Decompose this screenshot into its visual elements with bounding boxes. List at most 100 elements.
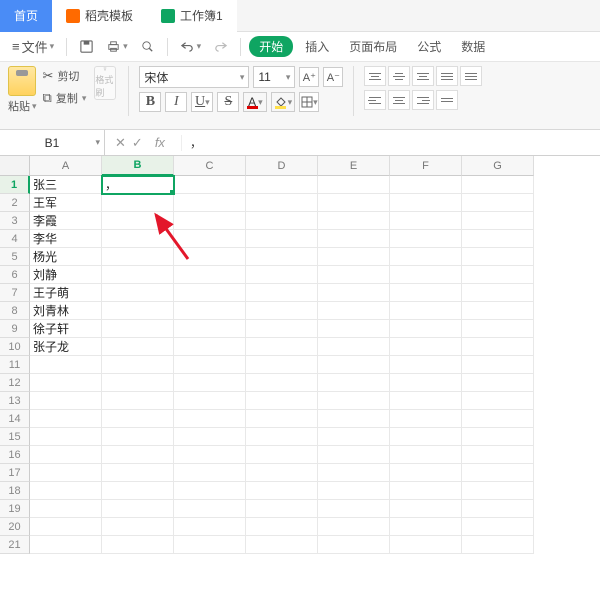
cell-G18[interactable] bbox=[462, 482, 534, 500]
border-button[interactable]: ▾ bbox=[299, 92, 319, 112]
row-header-4[interactable]: 4 bbox=[0, 230, 30, 248]
row-header-6[interactable]: 6 bbox=[0, 266, 30, 284]
cell-E3[interactable] bbox=[318, 212, 390, 230]
row-header-9[interactable]: 9 bbox=[0, 320, 30, 338]
cell-D10[interactable] bbox=[246, 338, 318, 356]
cell-D7[interactable] bbox=[246, 284, 318, 302]
cell-E13[interactable] bbox=[318, 392, 390, 410]
cell-G7[interactable] bbox=[462, 284, 534, 302]
paste-label[interactable]: 粘贴▾ bbox=[8, 98, 37, 114]
accept-formula-button[interactable]: ✓ bbox=[132, 135, 143, 151]
cell-C7[interactable] bbox=[174, 284, 246, 302]
cell-E9[interactable] bbox=[318, 320, 390, 338]
cell-F9[interactable] bbox=[390, 320, 462, 338]
cell-A15[interactable] bbox=[30, 428, 102, 446]
row-header-7[interactable]: 7 bbox=[0, 284, 30, 302]
indent-increase-button[interactable] bbox=[460, 66, 482, 86]
row-header-3[interactable]: 3 bbox=[0, 212, 30, 230]
cell-F2[interactable] bbox=[390, 194, 462, 212]
cell-C20[interactable] bbox=[174, 518, 246, 536]
cell-D2[interactable] bbox=[246, 194, 318, 212]
cell-D9[interactable] bbox=[246, 320, 318, 338]
highlight-button[interactable]: ▾ bbox=[271, 92, 295, 112]
cell-F20[interactable] bbox=[390, 518, 462, 536]
cell-D11[interactable] bbox=[246, 356, 318, 374]
cell-G12[interactable] bbox=[462, 374, 534, 392]
cell-C8[interactable] bbox=[174, 302, 246, 320]
cell-B3[interactable] bbox=[102, 212, 174, 230]
cell-F3[interactable] bbox=[390, 212, 462, 230]
align-right-button[interactable] bbox=[412, 90, 434, 110]
cell-E15[interactable] bbox=[318, 428, 390, 446]
cell-B8[interactable] bbox=[102, 302, 174, 320]
ribbon-tab-data[interactable]: 数据 bbox=[453, 36, 493, 57]
cell-D5[interactable] bbox=[246, 248, 318, 266]
cell-A18[interactable] bbox=[30, 482, 102, 500]
cell-C1[interactable] bbox=[174, 176, 246, 194]
cell-G1[interactable] bbox=[462, 176, 534, 194]
save-button[interactable] bbox=[75, 37, 98, 56]
cell-D8[interactable] bbox=[246, 302, 318, 320]
tab-workbook[interactable]: 工作簿1 bbox=[147, 0, 237, 32]
cell-C6[interactable] bbox=[174, 266, 246, 284]
cell-C9[interactable] bbox=[174, 320, 246, 338]
font-size-combo[interactable]: 11▾ bbox=[253, 66, 295, 88]
cell-B5[interactable] bbox=[102, 248, 174, 266]
cell-F21[interactable] bbox=[390, 536, 462, 554]
cell-D13[interactable] bbox=[246, 392, 318, 410]
row-header-12[interactable]: 12 bbox=[0, 374, 30, 392]
cell-D18[interactable] bbox=[246, 482, 318, 500]
cell-A9[interactable]: 徐子轩 bbox=[30, 320, 102, 338]
cell-B2[interactable] bbox=[102, 194, 174, 212]
cell-F12[interactable] bbox=[390, 374, 462, 392]
cell-F8[interactable] bbox=[390, 302, 462, 320]
cell-A11[interactable] bbox=[30, 356, 102, 374]
underline-button[interactable]: U▾ bbox=[191, 92, 213, 112]
bold-button[interactable]: B bbox=[139, 92, 161, 112]
cell-E10[interactable] bbox=[318, 338, 390, 356]
cell-E20[interactable] bbox=[318, 518, 390, 536]
ribbon-tab-insert[interactable]: 插入 bbox=[297, 36, 337, 57]
cell-E8[interactable] bbox=[318, 302, 390, 320]
cell-E14[interactable] bbox=[318, 410, 390, 428]
cell-C18[interactable] bbox=[174, 482, 246, 500]
cell-F5[interactable] bbox=[390, 248, 462, 266]
name-box[interactable]: B1▾ bbox=[0, 130, 105, 156]
cell-C15[interactable] bbox=[174, 428, 246, 446]
cell-C14[interactable] bbox=[174, 410, 246, 428]
align-center-button[interactable] bbox=[388, 90, 410, 110]
row-header-17[interactable]: 17 bbox=[0, 464, 30, 482]
select-all-corner[interactable] bbox=[0, 156, 30, 176]
cell-G3[interactable] bbox=[462, 212, 534, 230]
col-header-E[interactable]: E bbox=[318, 156, 390, 176]
cell-D20[interactable] bbox=[246, 518, 318, 536]
cell-G2[interactable] bbox=[462, 194, 534, 212]
cell-E17[interactable] bbox=[318, 464, 390, 482]
cell-E2[interactable] bbox=[318, 194, 390, 212]
copy-button[interactable]: ⧉复制▾ bbox=[43, 88, 87, 108]
row-header-18[interactable]: 18 bbox=[0, 482, 30, 500]
cell-B11[interactable] bbox=[102, 356, 174, 374]
cell-E18[interactable] bbox=[318, 482, 390, 500]
font-name-combo[interactable]: 宋体▾ bbox=[139, 66, 249, 88]
increase-font-button[interactable]: A⁺ bbox=[299, 67, 319, 87]
align-bottom-button[interactable] bbox=[412, 66, 434, 86]
cell-G15[interactable] bbox=[462, 428, 534, 446]
cell-B21[interactable] bbox=[102, 536, 174, 554]
col-header-D[interactable]: D bbox=[246, 156, 318, 176]
formula-input[interactable]: ， bbox=[182, 134, 600, 151]
cell-B18[interactable] bbox=[102, 482, 174, 500]
cells-area[interactable]: 张三，王军李霞李华杨光刘静王子萌刘青林徐子轩张子龙 bbox=[30, 176, 600, 572]
cell-F15[interactable] bbox=[390, 428, 462, 446]
cell-G16[interactable] bbox=[462, 446, 534, 464]
cell-C5[interactable] bbox=[174, 248, 246, 266]
cell-B6[interactable] bbox=[102, 266, 174, 284]
cell-C17[interactable] bbox=[174, 464, 246, 482]
row-header-20[interactable]: 20 bbox=[0, 518, 30, 536]
cell-D17[interactable] bbox=[246, 464, 318, 482]
cell-D3[interactable] bbox=[246, 212, 318, 230]
cell-B16[interactable] bbox=[102, 446, 174, 464]
row-header-14[interactable]: 14 bbox=[0, 410, 30, 428]
cell-G6[interactable] bbox=[462, 266, 534, 284]
cell-A20[interactable] bbox=[30, 518, 102, 536]
